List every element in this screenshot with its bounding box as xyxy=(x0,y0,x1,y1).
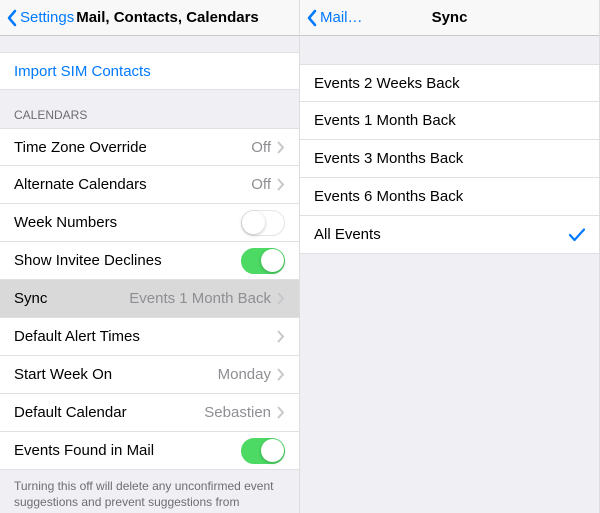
content-left: Import SIM Contacts CALENDARS Time Zone … xyxy=(0,36,299,513)
sync-option[interactable]: Events 2 Weeks Back xyxy=(300,64,599,102)
row-value: Sebastien xyxy=(204,404,271,421)
sync-option[interactable]: All Events xyxy=(300,216,599,254)
row-value: Off xyxy=(251,176,271,193)
chevron-right-icon xyxy=(277,406,285,419)
content-right: Events 2 Weeks Back Events 1 Month Back Ev… xyxy=(300,36,599,513)
row-value: Events 1 Month Back xyxy=(129,290,271,307)
chevron-right-icon xyxy=(277,141,285,154)
row-timezone-override[interactable]: Time Zone Override Off xyxy=(0,128,299,166)
row-sync[interactable]: Sync Events 1 Month Back xyxy=(0,280,299,318)
chevron-right-icon xyxy=(277,292,285,305)
chevron-right-icon xyxy=(277,178,285,191)
import-sim-label: Import SIM Contacts xyxy=(14,63,285,80)
back-label: Settings xyxy=(20,9,74,26)
back-label: Mail… xyxy=(320,9,363,26)
sync-option-label: All Events xyxy=(314,226,569,243)
sync-option-label: Events 2 Weeks Back xyxy=(314,75,585,92)
back-button-settings[interactable]: Settings xyxy=(0,8,74,28)
sync-option-label: Events 1 Month Back xyxy=(314,112,585,129)
row-default-alert-times[interactable]: Default Alert Times xyxy=(0,318,299,356)
row-value: Off xyxy=(251,139,271,156)
row-label: Week Numbers xyxy=(14,214,241,231)
navbar-left: Settings Mail, Contacts, Calendars xyxy=(0,0,299,36)
settings-panel-right: Mail… Sync Events 2 Weeks Back Events 1 M… xyxy=(300,0,600,513)
sync-option[interactable]: Events 1 Month Back xyxy=(300,102,599,140)
chevron-left-icon xyxy=(4,8,20,28)
row-label: Default Calendar xyxy=(14,404,204,421)
row-value: Monday xyxy=(218,366,271,383)
row-start-week-on[interactable]: Start Week On Monday xyxy=(0,356,299,394)
row-alternate-calendars[interactable]: Alternate Calendars Off xyxy=(0,166,299,204)
footer-note: Turning this off will delete any unconfi… xyxy=(0,470,299,513)
sync-option-label: Events 3 Months Back xyxy=(314,150,585,167)
page-title-right: Sync xyxy=(432,9,468,26)
row-label: Alternate Calendars xyxy=(14,176,251,193)
section-header-calendars: CALENDARS xyxy=(0,90,299,128)
navbar-right: Mail… Sync xyxy=(300,0,599,36)
switch-events-in-mail[interactable] xyxy=(241,438,285,464)
sync-option[interactable]: Events 6 Months Back xyxy=(300,178,599,216)
settings-panel-left: Settings Mail, Contacts, Calendars Impor… xyxy=(0,0,300,513)
row-label: Events Found in Mail xyxy=(14,442,241,459)
chevron-right-icon xyxy=(277,368,285,381)
row-events-found-in-mail[interactable]: Events Found in Mail xyxy=(0,432,299,470)
switch-invitee-declines[interactable] xyxy=(241,248,285,274)
row-label: Start Week On xyxy=(14,366,218,383)
sync-option[interactable]: Events 3 Months Back xyxy=(300,140,599,178)
row-show-invitee-declines[interactable]: Show Invitee Declines xyxy=(0,242,299,280)
sync-option-label: Events 6 Months Back xyxy=(314,188,585,205)
chevron-right-icon xyxy=(277,330,285,343)
checkmark-icon xyxy=(569,228,585,242)
row-label: Time Zone Override xyxy=(14,139,251,156)
row-default-calendar[interactable]: Default Calendar Sebastien xyxy=(0,394,299,432)
chevron-left-icon xyxy=(304,8,320,28)
page-title-left: Mail, Contacts, Calendars xyxy=(76,9,259,26)
row-label: Sync xyxy=(14,290,129,307)
row-week-numbers[interactable]: Week Numbers xyxy=(0,204,299,242)
row-label: Default Alert Times xyxy=(14,328,277,345)
switch-week-numbers[interactable] xyxy=(241,210,285,236)
back-button-mail[interactable]: Mail… xyxy=(300,8,363,28)
row-label: Show Invitee Declines xyxy=(14,252,241,269)
import-sim-contacts[interactable]: Import SIM Contacts xyxy=(0,52,299,90)
